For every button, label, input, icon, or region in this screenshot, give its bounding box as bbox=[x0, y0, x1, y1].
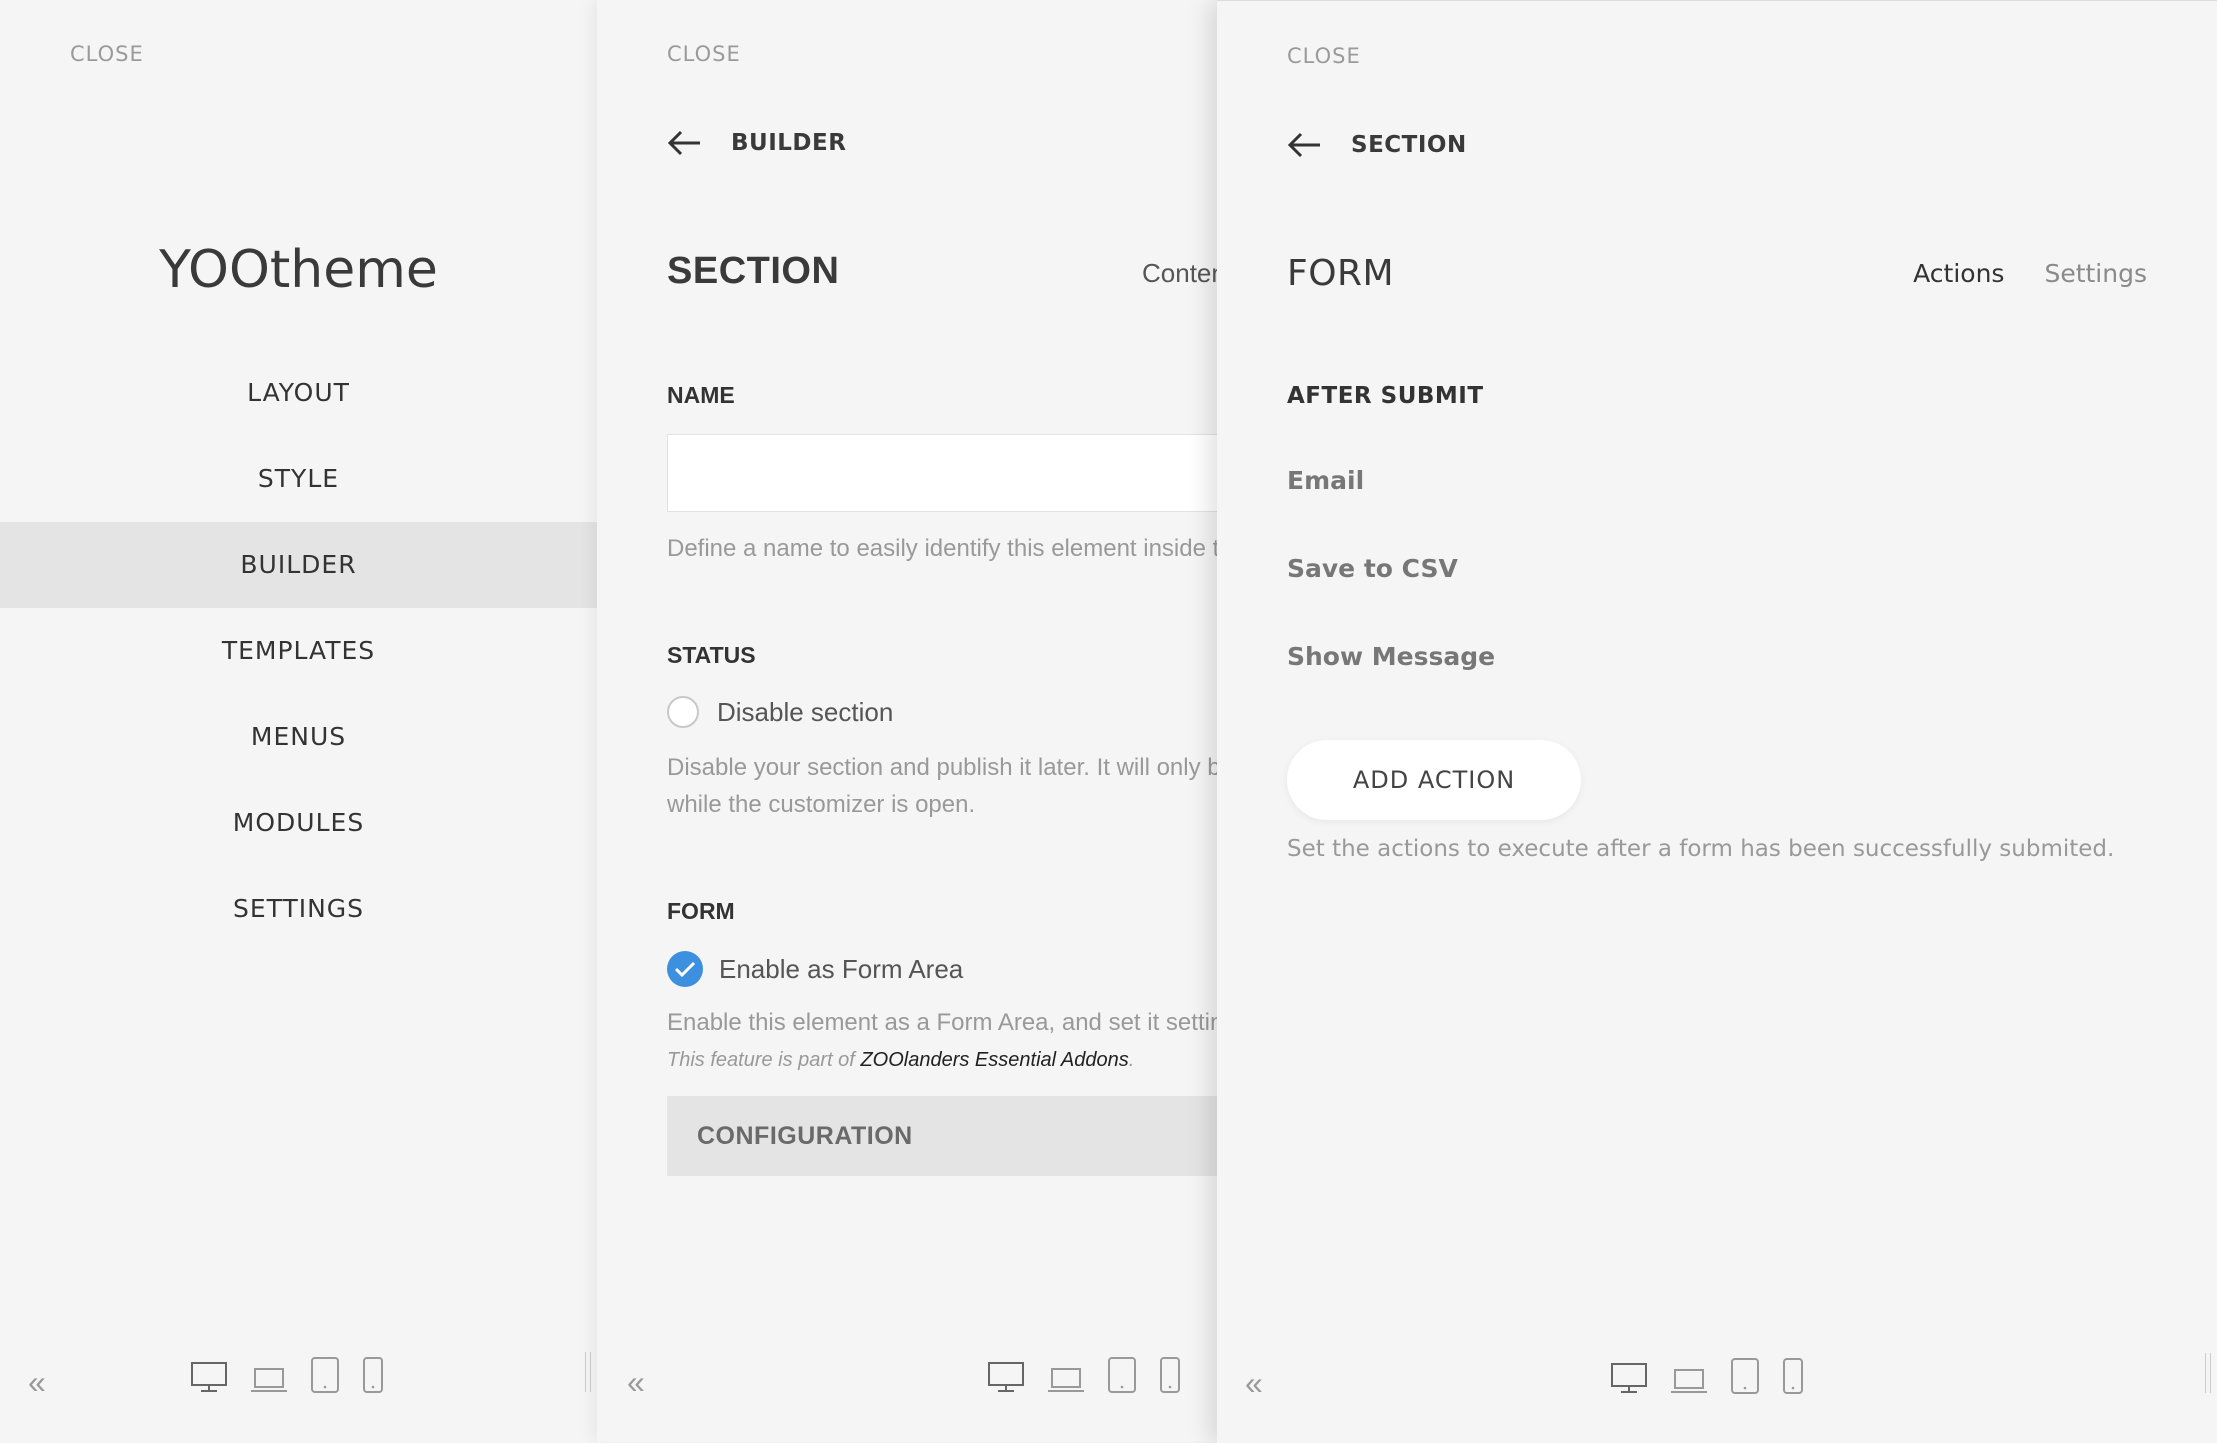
close-button[interactable]: CLOSE bbox=[70, 42, 144, 66]
form-actions-panel: CLOSE SECTION FORM Actions Settings AFTE… bbox=[1217, 0, 2217, 1443]
device-switcher bbox=[190, 1356, 384, 1399]
resize-handle[interactable] bbox=[2205, 1353, 2211, 1393]
nav-item-modules[interactable]: MODULES bbox=[0, 780, 597, 866]
status-label: STATUS bbox=[667, 642, 756, 668]
name-help-text: Define a name to easily identify this el… bbox=[667, 535, 1217, 562]
configuration-button[interactable]: CONFIGURATION bbox=[667, 1096, 1217, 1176]
action-item-show-message[interactable]: Show Message bbox=[1287, 642, 1495, 671]
nav-item-builder[interactable]: BUILDER bbox=[0, 522, 597, 608]
disable-section-label: Disable section bbox=[717, 696, 894, 727]
collapse-sidebar-button[interactable]: « bbox=[1245, 1363, 1263, 1403]
back-to-builder-button[interactable]: BUILDER bbox=[667, 130, 846, 156]
resize-handle[interactable] bbox=[585, 1352, 591, 1392]
action-item-email[interactable]: Email bbox=[1287, 466, 1364, 495]
tab-actions[interactable]: Actions bbox=[1913, 259, 2004, 288]
tab-settings[interactable]: Settings bbox=[2044, 259, 2147, 288]
page-title: SECTION bbox=[667, 250, 840, 292]
arrow-left-icon bbox=[1287, 132, 1320, 158]
laptop-icon[interactable] bbox=[1047, 1364, 1085, 1399]
name-label: NAME bbox=[667, 382, 735, 408]
tab-content[interactable]: Content bbox=[1142, 258, 1217, 289]
feature-note-suffix: . bbox=[1128, 1049, 1135, 1071]
name-input[interactable] bbox=[667, 434, 1217, 512]
disable-help-text-line2: while the customizer is open. bbox=[667, 791, 976, 818]
desktop-icon[interactable] bbox=[190, 1360, 228, 1399]
close-button[interactable]: CLOSE bbox=[667, 42, 741, 66]
form-label: FORM bbox=[667, 898, 735, 924]
disable-section-checkbox[interactable]: Disable section bbox=[667, 696, 893, 728]
back-to-section-button[interactable]: SECTION bbox=[1287, 132, 1467, 158]
after-submit-label: AFTER SUBMIT bbox=[1287, 383, 1484, 409]
laptop-icon[interactable] bbox=[250, 1364, 288, 1399]
page-title: FORM bbox=[1287, 253, 1395, 294]
tablet-icon[interactable] bbox=[1107, 1356, 1137, 1399]
tabs: Actions Settings bbox=[1873, 259, 2147, 288]
panel-footer: « bbox=[1217, 1353, 2217, 1413]
add-action-button[interactable]: ADD ACTION bbox=[1287, 740, 1581, 820]
enable-help-text: Enable this element as a Form Area, and … bbox=[667, 1009, 1217, 1036]
arrow-left-icon bbox=[667, 130, 700, 156]
enable-form-area-checkbox[interactable]: Enable as Form Area bbox=[667, 951, 963, 987]
tablet-icon[interactable] bbox=[310, 1356, 340, 1399]
actions-help-text: Set the actions to execute after a form … bbox=[1287, 836, 2115, 862]
disable-help-text-line1: Disable your section and publish it late… bbox=[667, 754, 1217, 781]
yootheme-logo: YOOtheme bbox=[159, 240, 438, 300]
device-switcher bbox=[1610, 1357, 1804, 1400]
phone-icon[interactable] bbox=[362, 1356, 384, 1399]
checkmark-icon bbox=[667, 951, 703, 987]
panel-footer: « bbox=[597, 1352, 1217, 1412]
back-label: BUILDER bbox=[731, 130, 847, 156]
desktop-icon[interactable] bbox=[1610, 1361, 1648, 1400]
customizer-main-panel: CLOSE YOOtheme LAYOUT STYLE BUILDER TEMP… bbox=[0, 0, 597, 1442]
nav-item-templates[interactable]: TEMPLATES bbox=[0, 608, 597, 694]
close-button[interactable]: CLOSE bbox=[1287, 44, 1361, 68]
laptop-icon[interactable] bbox=[1670, 1365, 1708, 1400]
checkbox-unchecked-icon bbox=[667, 696, 699, 728]
phone-icon[interactable] bbox=[1159, 1356, 1181, 1399]
main-nav: LAYOUT STYLE BUILDER TEMPLATES MENUS MOD… bbox=[0, 350, 597, 952]
action-item-save-to-csv[interactable]: Save to CSV bbox=[1287, 554, 1458, 583]
section-settings-panel: CLOSE BUILDER SECTION Content NAME Defin… bbox=[597, 0, 1217, 1442]
panel-footer: « bbox=[0, 1352, 597, 1412]
collapse-sidebar-button[interactable]: « bbox=[28, 1362, 46, 1402]
back-label: SECTION bbox=[1351, 132, 1467, 158]
collapse-sidebar-button[interactable]: « bbox=[627, 1362, 645, 1402]
device-switcher bbox=[987, 1356, 1181, 1399]
nav-item-layout[interactable]: LAYOUT bbox=[0, 350, 597, 436]
nav-item-settings[interactable]: SETTINGS bbox=[0, 866, 597, 952]
nav-item-menus[interactable]: MENUS bbox=[0, 694, 597, 780]
feature-note: This feature is part of ZOOlanders Essen… bbox=[667, 1049, 1134, 1072]
feature-note-prefix: This feature is part of bbox=[667, 1049, 855, 1071]
desktop-icon[interactable] bbox=[987, 1360, 1025, 1399]
zoolanders-link[interactable]: ZOOlanders Essential Addons bbox=[860, 1049, 1128, 1071]
enable-form-area-label: Enable as Form Area bbox=[719, 953, 964, 984]
tablet-icon[interactable] bbox=[1730, 1357, 1760, 1400]
phone-icon[interactable] bbox=[1782, 1357, 1804, 1400]
nav-item-style[interactable]: STYLE bbox=[0, 436, 597, 522]
